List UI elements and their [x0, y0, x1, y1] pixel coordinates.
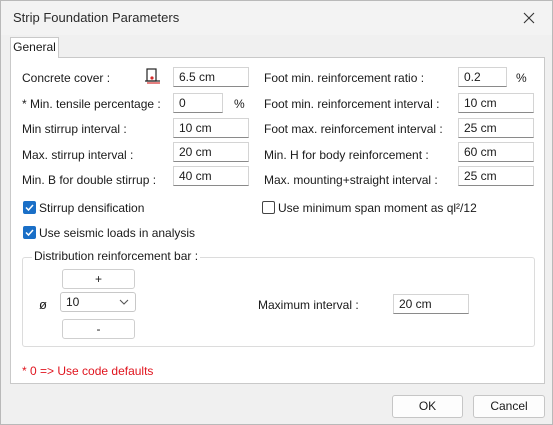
concrete-cover-input[interactable]: 6.5 cm	[173, 67, 249, 87]
min-b-double-label: Min. B for double stirrup :	[22, 173, 157, 187]
plus-button[interactable]: +	[62, 269, 135, 289]
stirrup-densification-checkbox[interactable]	[23, 201, 36, 214]
diameter-symbol: ø	[39, 297, 47, 312]
max-mounting-input[interactable]: 25 cm	[458, 166, 534, 186]
foot-max-interval-label: Foot max. reinforcement interval :	[264, 122, 443, 136]
close-icon	[523, 12, 535, 24]
max-interval-input[interactable]: 20 cm	[393, 294, 469, 314]
min-b-double-input[interactable]: 40 cm	[173, 166, 249, 186]
foot-max-interval-input[interactable]: 25 cm	[458, 118, 534, 138]
diameter-select[interactable]: 10	[60, 292, 136, 312]
cancel-button[interactable]: Cancel	[473, 395, 545, 418]
min-h-body-input[interactable]: 60 cm	[458, 142, 534, 162]
minus-button[interactable]: -	[62, 319, 135, 339]
tab-general[interactable]: General	[10, 37, 59, 58]
max-stirrup-input[interactable]: 20 cm	[173, 142, 249, 162]
max-interval-label: Maximum interval :	[258, 298, 359, 312]
code-defaults-note: * 0 => Use code defaults	[22, 364, 154, 378]
checkmark-icon	[25, 204, 34, 212]
min-tensile-unit: %	[234, 97, 245, 111]
title-bar: Strip Foundation Parameters	[1, 1, 552, 35]
max-stirrup-label: Max. stirrup interval :	[22, 148, 134, 162]
chevron-down-icon	[119, 299, 129, 305]
concrete-cover-label: Concrete cover :	[22, 71, 111, 85]
use-seismic-label[interactable]: Use seismic loads in analysis	[39, 226, 195, 240]
stirrup-densification-label[interactable]: Stirrup densification	[39, 201, 144, 215]
min-stirrup-label: Min stirrup interval :	[22, 122, 127, 136]
dialog-window: Strip Foundation Parameters General Conc…	[0, 0, 553, 425]
foot-min-ratio-unit: %	[516, 71, 527, 85]
min-tensile-label: * Min. tensile percentage :	[22, 97, 161, 111]
min-stirrup-input[interactable]: 10 cm	[173, 118, 249, 138]
foot-min-ratio-input[interactable]: 0.2	[458, 67, 507, 87]
checkmark-icon	[25, 229, 34, 237]
ok-button[interactable]: OK	[392, 395, 463, 418]
use-min-span-label[interactable]: Use minimum span moment as ql²/12	[278, 201, 477, 215]
window-title: Strip Foundation Parameters	[13, 10, 180, 25]
section-icon[interactable]	[143, 67, 161, 85]
close-button[interactable]	[506, 1, 552, 35]
min-h-body-label: Min. H for body reinforcement :	[264, 148, 429, 162]
foot-min-interval-input[interactable]: 10 cm	[458, 93, 534, 113]
use-seismic-checkbox[interactable]	[23, 226, 36, 239]
min-tensile-input[interactable]: 0	[173, 93, 223, 113]
diameter-select-value: 10	[66, 295, 80, 309]
use-min-span-checkbox[interactable]	[262, 201, 275, 214]
foot-min-ratio-label: Foot min. reinforcement ratio :	[264, 71, 425, 85]
max-mounting-label: Max. mounting+straight interval :	[264, 173, 438, 187]
distribution-group-title: Distribution reinforcement bar :	[32, 249, 201, 263]
foot-min-interval-label: Foot min. reinforcement interval :	[264, 97, 440, 111]
